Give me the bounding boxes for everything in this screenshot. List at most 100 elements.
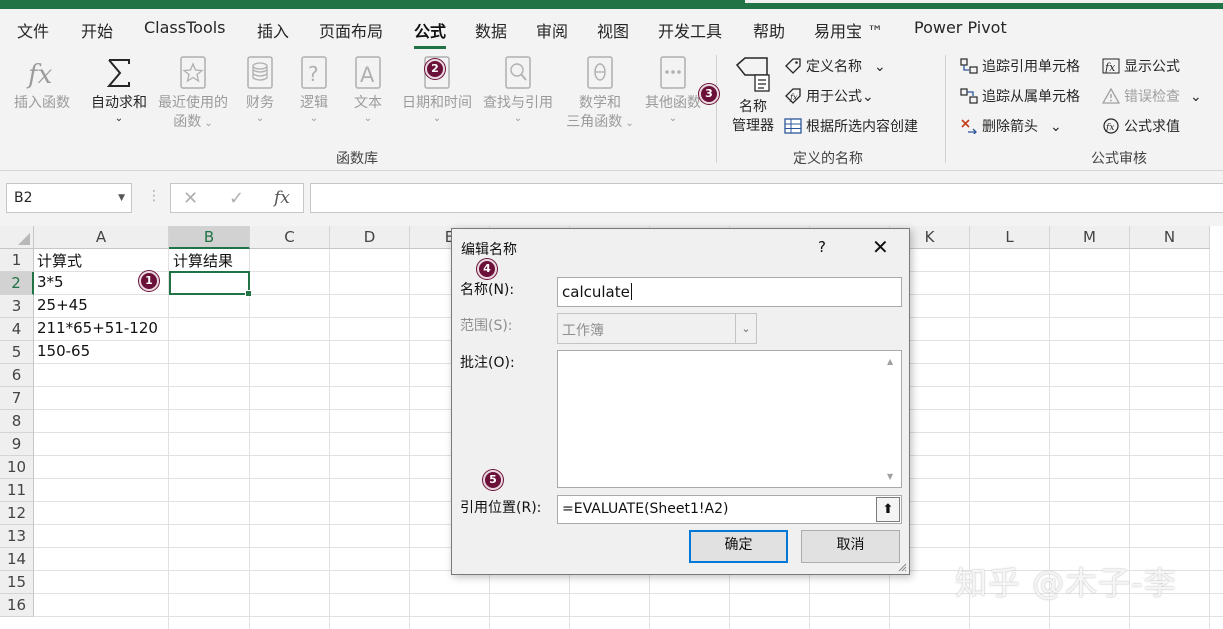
theta-book-icon — [587, 56, 613, 89]
more-functions-button[interactable]: 其他函数 ⌄ — [640, 55, 706, 125]
column-header-d[interactable]: D — [330, 226, 410, 249]
define-name-button[interactable]: 定义名称 ⌄ — [784, 57, 886, 77]
name-manager-button[interactable]: 名称 管理器 — [726, 55, 780, 136]
logical-button[interactable]: ? 逻辑 ⌄ — [292, 55, 336, 125]
ok-button[interactable]: 确定 — [689, 530, 788, 563]
row-header-9[interactable]: 9 — [0, 433, 34, 456]
tab-home[interactable]: 开始 — [81, 18, 113, 42]
row-header-6[interactable]: 6 — [0, 364, 34, 387]
tab-help[interactable]: 帮助 — [753, 18, 785, 42]
cancel-icon[interactable]: ✕ — [183, 188, 198, 209]
cell-b1[interactable]: 计算结果 — [170, 250, 233, 271]
row-header-5[interactable]: 5 — [0, 341, 34, 364]
show-formulas-icon: fx — [1102, 58, 1120, 74]
row-header-14[interactable]: 14 — [0, 548, 34, 571]
column-header-c[interactable]: C — [250, 226, 330, 249]
tab-review[interactable]: 审阅 — [536, 18, 568, 42]
autosum-button[interactable]: 自动求和 ⌄ — [86, 55, 152, 125]
cell-a5[interactable]: 150-65 — [34, 342, 90, 360]
tab-insert[interactable]: 插入 — [257, 18, 289, 42]
warning-icon — [1102, 88, 1120, 104]
insert-function-icon[interactable]: fx — [274, 188, 290, 208]
cancel-button[interactable]: 取消 — [801, 530, 900, 563]
comment-scrollbar[interactable]: ▲ ▼ — [883, 351, 901, 487]
chevron-down-icon: ⌄ — [363, 113, 373, 124]
text-caret — [630, 283, 632, 300]
row-header-10[interactable]: 10 — [0, 456, 34, 479]
tab-view[interactable]: 视图 — [597, 18, 629, 42]
use-in-formula-button[interactable]: fx 用于公式⌄ — [784, 87, 874, 107]
chevron-down-icon: ⌄ — [668, 113, 678, 124]
row-header-2[interactable]: 2 — [0, 272, 34, 295]
column-header-a[interactable]: A — [34, 226, 169, 249]
cell-a3[interactable]: 25+45 — [34, 296, 88, 314]
recent-functions-button[interactable]: 最近使用的 函数 ⌄ — [154, 55, 232, 133]
row-header-8[interactable]: 8 — [0, 410, 34, 433]
scope-select[interactable]: 工作簿 ⌄ — [557, 313, 757, 344]
tab-data[interactable]: 数据 — [475, 18, 507, 42]
collapse-dialog-icon[interactable]: ⬆ — [876, 497, 900, 522]
row-header-15[interactable]: 15 — [0, 571, 34, 594]
select-all-corner[interactable] — [0, 226, 34, 249]
row-header-7[interactable]: 7 — [0, 387, 34, 410]
resize-grip-icon[interactable] — [897, 562, 907, 572]
column-header-l[interactable]: L — [970, 226, 1050, 249]
cell-a4[interactable]: 211*65+51-120 — [34, 319, 158, 337]
column-header-m[interactable]: M — [1050, 226, 1130, 249]
row-header-11[interactable]: 11 — [0, 479, 34, 502]
name-box[interactable]: B2 ▼ — [6, 183, 132, 213]
cell-a2[interactable]: 3*5 — [34, 273, 64, 291]
tab-formulas[interactable]: 公式 — [414, 18, 447, 49]
help-icon[interactable]: ? — [818, 238, 826, 256]
insert-function-button[interactable]: fx 插入函数 — [8, 55, 76, 113]
column-header-b[interactable]: B — [169, 226, 250, 249]
svg-text:?: ? — [308, 62, 319, 86]
tag-icon — [785, 58, 801, 74]
chevron-down-icon: ⌄ — [201, 118, 213, 129]
row-header-13[interactable]: 13 — [0, 525, 34, 548]
cell-a1[interactable]: 计算式 — [34, 250, 82, 271]
dialog-title: 编辑名称 — [461, 242, 517, 258]
selected-cell-b2[interactable] — [169, 271, 252, 297]
tab-file[interactable]: 文件 — [17, 18, 49, 42]
scroll-up-icon[interactable]: ▲ — [887, 357, 893, 366]
refers-to-input[interactable]: =EVALUATE(Sheet1!A2) ⬆ — [557, 495, 902, 524]
svg-text:fx: fx — [789, 93, 798, 102]
tab-yiyongbao[interactable]: 易用宝 ™ — [814, 18, 883, 42]
row-header-3[interactable]: 3 — [0, 295, 34, 318]
trace-precedents-button[interactable]: 追踪引用单元格 — [960, 57, 1080, 77]
row-header-1[interactable]: 1 — [0, 249, 34, 272]
svg-text:fx: fx — [26, 60, 53, 90]
scroll-down-icon[interactable]: ▼ — [887, 472, 893, 481]
error-checking-button[interactable]: 错误检查 ⌄ — [1102, 87, 1202, 107]
comment-textarea[interactable]: ▲ ▼ — [557, 350, 902, 488]
show-formulas-button[interactable]: fx 显示公式 — [1102, 57, 1180, 77]
chevron-down-icon[interactable]: ⌄ — [735, 314, 756, 343]
tab-classtools[interactable]: ClassTools — [144, 18, 226, 37]
name-box-value: B2 — [14, 190, 33, 206]
remove-arrows-button[interactable]: 删除箭头 ⌄ — [960, 117, 1062, 137]
tab-developer[interactable]: 开发工具 — [658, 18, 722, 42]
chevron-down-icon: ⌄ — [622, 118, 634, 129]
lookup-reference-button[interactable]: 查找与引用 ⌄ — [478, 55, 558, 125]
close-icon[interactable]: ✕ — [872, 235, 889, 259]
enter-icon[interactable]: ✓ — [229, 188, 244, 209]
name-input[interactable]: calculate — [557, 277, 902, 307]
math-trig-button[interactable]: 数学和 三角函数 ⌄ — [562, 55, 638, 133]
row-header-4[interactable]: 4 — [0, 318, 34, 341]
row-header-12[interactable]: 12 — [0, 502, 34, 525]
tab-power-pivot[interactable]: Power Pivot — [914, 18, 1007, 37]
chevron-down-icon[interactable]: ▼ — [118, 193, 125, 203]
resize-handle-icon[interactable]: ⋮ — [147, 188, 161, 204]
column-header-n[interactable]: N — [1130, 226, 1210, 249]
create-from-selection-button[interactable]: 根据所选内容创建 — [784, 117, 918, 137]
financial-button[interactable]: 财务 ⌄ — [238, 55, 282, 125]
tab-page-layout[interactable]: 页面布局 — [319, 18, 383, 42]
text-functions-button[interactable]: A 文本 ⌄ — [346, 55, 390, 125]
trace-dependents-button[interactable]: 追踪从属单元格 — [960, 87, 1080, 107]
chevron-down-icon: ⌄ — [862, 89, 874, 105]
evaluate-formula-button[interactable]: fx 公式求值 — [1102, 117, 1180, 137]
row-header-16[interactable]: 16 — [0, 594, 34, 617]
chevron-down-icon: ⌄ — [1050, 119, 1062, 135]
formula-input[interactable] — [310, 183, 1223, 213]
